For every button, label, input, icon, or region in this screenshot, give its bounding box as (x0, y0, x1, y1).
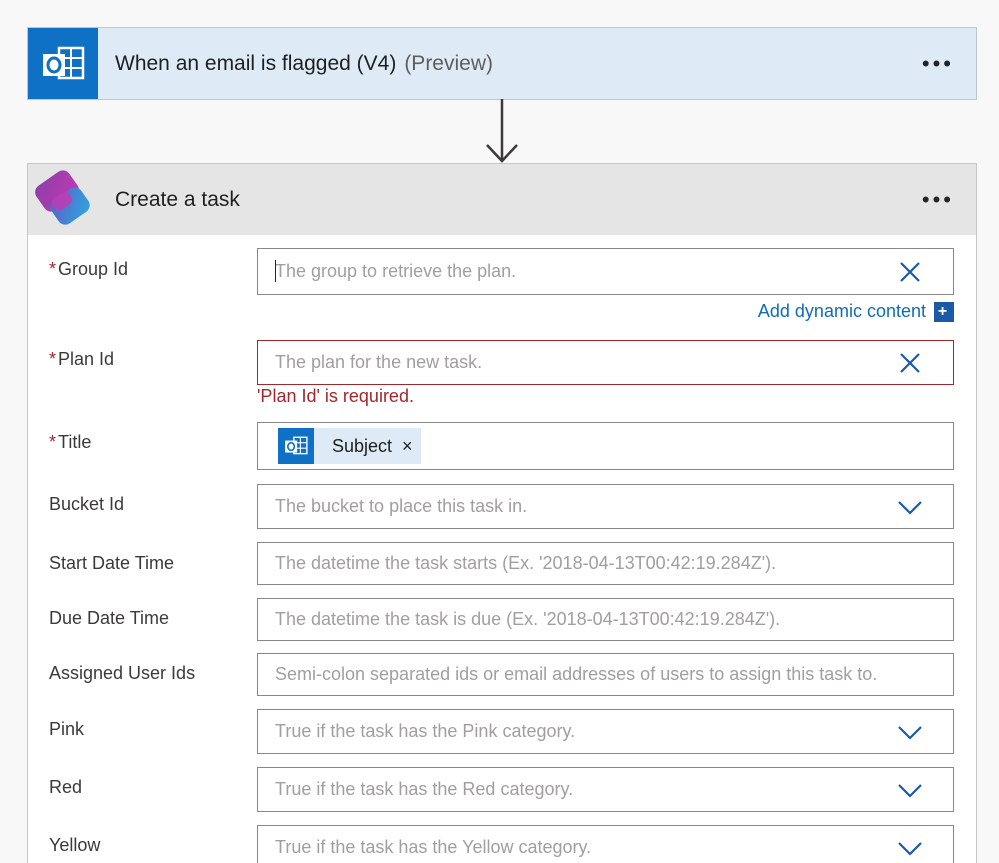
chevron-down-icon[interactable] (897, 719, 923, 745)
assigned-users-label: Assigned User Ids (49, 663, 196, 683)
action-more-button[interactable]: ••• (922, 188, 954, 211)
due-date-input[interactable]: The datetime the task is due (Ex. '2018-… (257, 598, 954, 641)
chevron-down-icon[interactable] (897, 835, 923, 861)
chevron-down-icon[interactable] (897, 777, 923, 803)
title-label: * Title (49, 432, 92, 452)
add-dynamic-content-link[interactable]: Add dynamic content + (758, 301, 954, 322)
red-label: Red (49, 777, 83, 797)
plan-id-input[interactable]: The plan for the new task. (257, 340, 954, 385)
pink-label: Pink (49, 719, 85, 739)
plan-id-label: * Plan Id (49, 349, 115, 369)
plan-id-error: 'Plan Id' is required. (257, 386, 414, 406)
yellow-label: Yellow (49, 835, 101, 855)
plus-icon[interactable]: + (934, 301, 954, 322)
bucket-id-select[interactable]: The bucket to place this task in. (257, 484, 954, 529)
create-task-card: Create a task ••• * Group Id The group to… (27, 163, 977, 863)
trigger-card[interactable]: When an email is flagged (V4) (Preview) … (27, 27, 977, 100)
chevron-down-icon[interactable] (897, 494, 923, 520)
token-remove-icon[interactable]: × (402, 436, 413, 457)
connector-arrow-icon (486, 99, 518, 163)
create-task-header[interactable]: Create a task ••• (28, 164, 976, 235)
token-label: Subject (332, 435, 393, 456)
group-id-input[interactable]: The group to retrieve the plan. (257, 248, 954, 295)
clear-x-icon[interactable] (897, 259, 923, 285)
action-title: Create a task (115, 187, 240, 211)
group-id-label: * Group Id (49, 259, 129, 279)
title-input[interactable]: Subject × (257, 422, 954, 470)
preview-badge: (Preview) (404, 51, 493, 75)
due-date-label: Due Date Time (49, 608, 170, 628)
text-caret (275, 260, 276, 282)
assigned-users-input[interactable]: Semi-colon separated ids or email addres… (257, 653, 954, 696)
clear-x-icon[interactable] (897, 350, 923, 376)
outlook-icon (28, 28, 98, 99)
yellow-select[interactable]: True if the task has the Yellow category… (257, 825, 954, 863)
start-date-input[interactable]: The datetime the task starts (Ex. '2018-… (257, 542, 954, 585)
planner-icon (28, 164, 98, 235)
bucket-id-label: Bucket Id (49, 494, 125, 514)
pink-select[interactable]: True if the task has the Pink category. (257, 709, 954, 754)
outlook-icon (278, 428, 314, 464)
trigger-title: When an email is flagged (V4) (115, 51, 397, 75)
red-select[interactable]: True if the task has the Red category. (257, 767, 954, 812)
start-date-label: Start Date Time (49, 553, 175, 573)
trigger-more-button[interactable]: ••• (922, 52, 954, 75)
subject-token[interactable]: Subject × (278, 428, 421, 464)
